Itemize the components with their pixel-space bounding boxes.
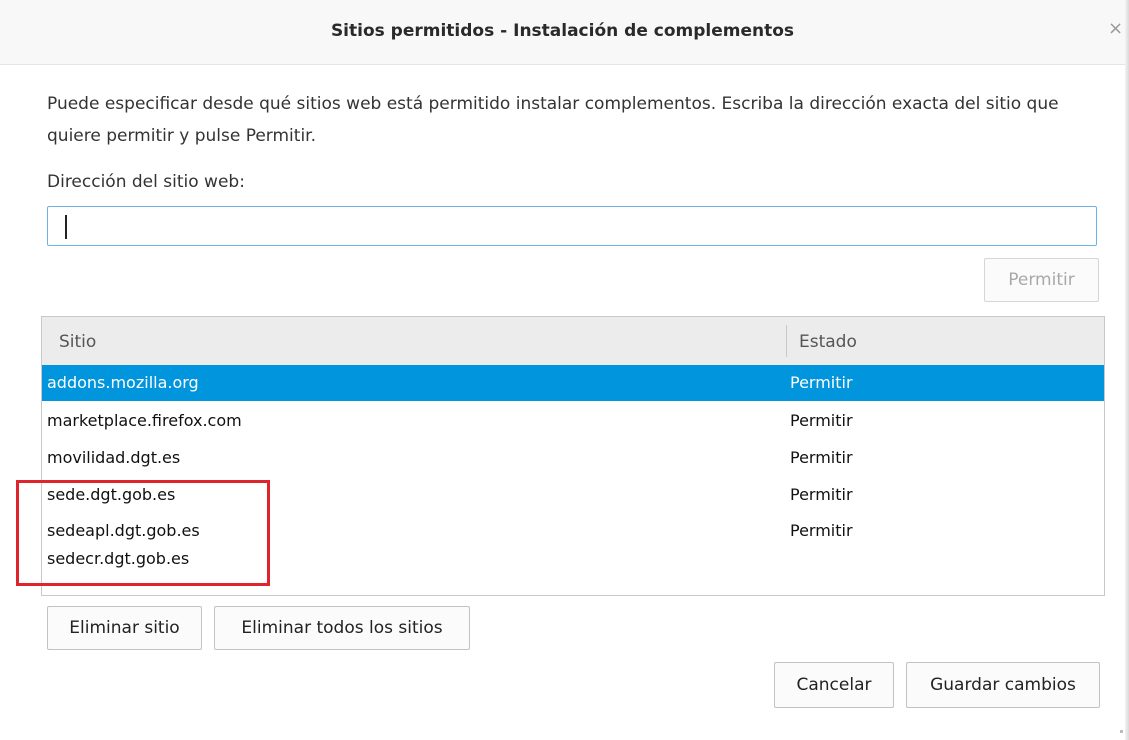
- table-row[interactable]: addons.mozilla.org Permitir: [42, 365, 1104, 401]
- dialog-title: Sitios permitidos - Instalación de compl…: [330, 21, 795, 41]
- address-input[interactable]: [47, 206, 1097, 246]
- status-cell: Permitir: [790, 485, 853, 504]
- close-icon[interactable]: ×: [1108, 20, 1123, 38]
- address-label: Dirección del sitio web:: [47, 172, 245, 192]
- table-header: Sitio Estado: [42, 317, 1104, 366]
- annotation-highlight-box: [16, 480, 270, 586]
- allowed-sites-dialog: Sitios permitidos - Instalación de compl…: [0, 0, 1129, 740]
- resize-grip-icon[interactable]: [1120, 730, 1123, 733]
- site-cell: marketplace.firefox.com: [47, 411, 242, 430]
- cancel-button[interactable]: Cancelar: [774, 662, 894, 708]
- column-separator[interactable]: [786, 325, 787, 357]
- column-header-status[interactable]: Estado: [799, 332, 857, 352]
- table-row[interactable]: movilidad.dgt.es Permitir: [42, 440, 1104, 476]
- save-changes-button[interactable]: Guardar cambios: [906, 662, 1100, 708]
- status-cell: Permitir: [790, 411, 853, 430]
- title-bar: Sitios permitidos - Instalación de compl…: [0, 0, 1125, 65]
- status-cell: Permitir: [790, 373, 853, 392]
- table-row[interactable]: marketplace.firefox.com Permitir: [42, 403, 1104, 439]
- dialog-description: Puede especificar desde qué sitios web e…: [47, 94, 1059, 146]
- address-label-text: Dirección del sitio web:: [47, 172, 245, 192]
- status-cell: Permitir: [790, 448, 853, 467]
- remove-site-button[interactable]: Eliminar sitio: [47, 606, 202, 650]
- site-cell: addons.mozilla.org: [47, 373, 199, 392]
- status-cell: Permitir: [790, 521, 853, 540]
- text-caret: [65, 215, 67, 239]
- remove-all-sites-button[interactable]: Eliminar todos los sitios: [214, 606, 470, 650]
- allow-button[interactable]: Permitir: [984, 258, 1099, 302]
- column-header-site[interactable]: Sitio: [59, 332, 96, 352]
- site-cell: movilidad.dgt.es: [47, 448, 181, 467]
